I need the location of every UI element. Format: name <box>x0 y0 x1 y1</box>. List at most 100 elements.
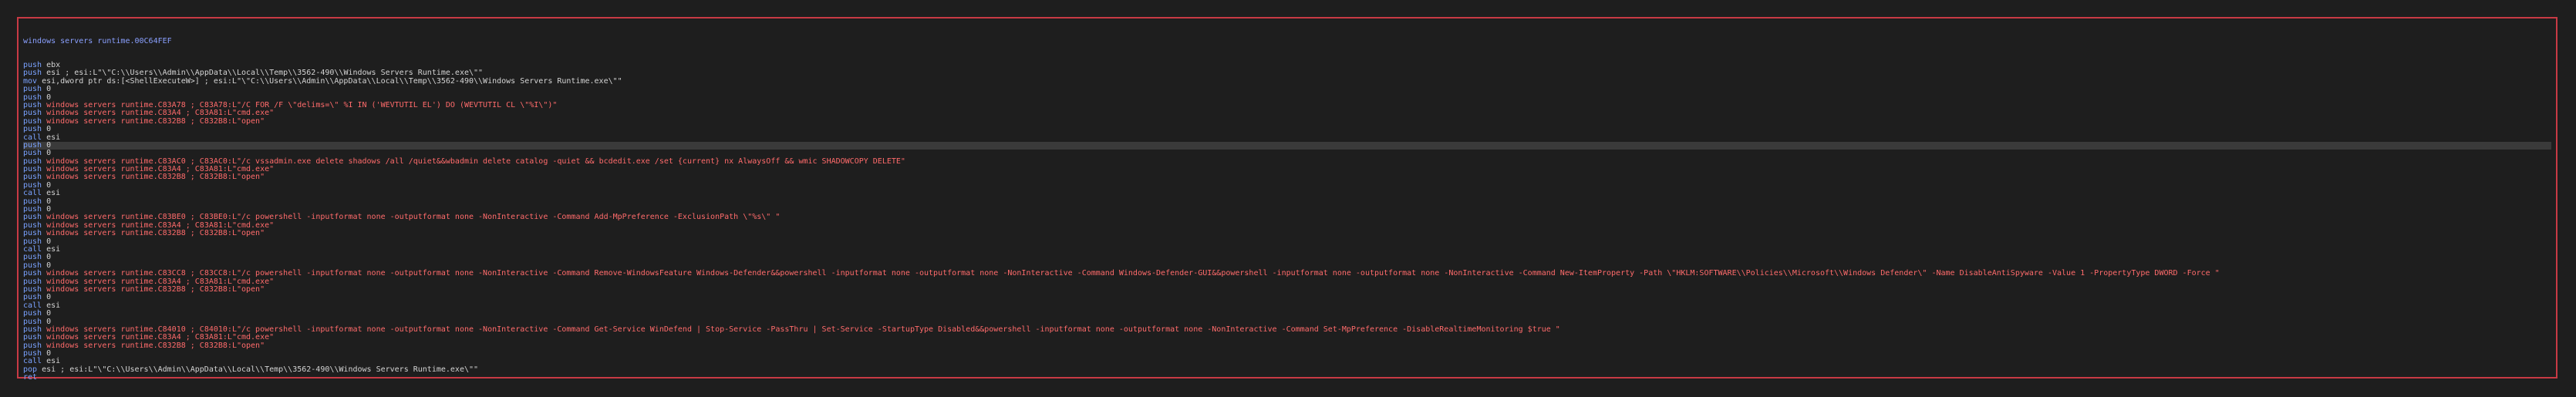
instruction-opcode: call <box>23 133 42 142</box>
instruction-row[interactable]: push 0 <box>23 180 2551 190</box>
instruction-operands: 0 <box>46 309 52 318</box>
instruction-operands: esi <box>46 301 61 310</box>
instruction-operands: windows servers runtime.C83A78 ; C83A78:… <box>46 100 558 109</box>
instruction-opcode: call <box>23 357 42 366</box>
instruction-row[interactable]: push windows servers runtime.C832B8 ; C8… <box>23 284 2551 294</box>
instruction-row[interactable]: push windows servers runtime.C83A4 ; C83… <box>23 109 2551 117</box>
instruction-row[interactable]: push 0 <box>23 294 2551 301</box>
instruction-row[interactable]: push windows servers runtime.C83A4 ; C83… <box>23 220 2551 230</box>
instruction-row[interactable]: ret <box>23 374 2551 382</box>
instruction-operands: 0 <box>46 349 52 358</box>
instruction-opcode: push <box>23 309 42 318</box>
instruction-row[interactable]: push windows servers runtime.C832B8 ; C8… <box>23 230 2551 237</box>
instruction-opcode: push <box>23 149 42 158</box>
instruction-operands: windows servers runtime.C83A4 ; C83A81:L… <box>46 165 275 174</box>
instruction-opcode: push <box>23 165 42 174</box>
instruction-row[interactable]: call esi <box>23 190 2551 197</box>
instruction-opcode: push <box>23 237 42 246</box>
instruction-opcode: push <box>23 213 42 222</box>
instruction-opcode: pop <box>23 365 38 374</box>
instruction-opcode: push <box>23 205 42 214</box>
instruction-operands: windows servers runtime.C83A4 ; C83A81:L… <box>46 109 275 118</box>
instruction-operands: 0 <box>46 93 52 102</box>
instruction-row[interactable]: push windows servers runtime.C83CC8 ; C8… <box>23 269 2551 278</box>
instruction-row[interactable]: push windows servers runtime.C832B8 ; C8… <box>23 116 2551 126</box>
instruction-operands: 0 <box>46 149 52 158</box>
instruction-row[interactable]: push windows servers runtime.C83A78 ; C8… <box>23 100 2551 109</box>
instruction-operands: windows servers runtime.C83BE0 ; C83BE0:… <box>46 213 781 222</box>
instruction-opcode: call <box>23 189 42 198</box>
instruction-row[interactable]: call esi <box>23 245 2551 254</box>
instruction-opcode: push <box>23 284 42 294</box>
instruction-row[interactable]: push 0 <box>23 140 2551 150</box>
instruction-row[interactable]: call esi <box>23 133 2551 142</box>
instruction-opcode: push <box>23 61 42 70</box>
instruction-opcode: push <box>23 156 42 166</box>
instruction-row[interactable]: push windows servers runtime.C83A4 ; C83… <box>23 165 2551 174</box>
instruction-opcode: push <box>23 349 42 358</box>
instruction-opcode: push <box>23 253 42 262</box>
instruction-operands: windows servers runtime.C83AC0 ; C83AC0:… <box>46 156 905 166</box>
instruction-operands: esi,dword ptr ds:[<ShellExecuteW>] ; esi… <box>42 76 622 86</box>
instruction-row[interactable]: push windows servers runtime.C83A4 ; C83… <box>23 334 2551 341</box>
instruction-opcode: push <box>23 293 42 302</box>
instruction-operands: 0 <box>46 140 52 150</box>
instruction-operands: windows servers runtime.C832B8 ; C832B8:… <box>46 229 265 238</box>
instruction-row[interactable]: push 0 <box>23 237 2551 246</box>
instruction-operands: 0 <box>46 253 52 262</box>
instruction-opcode: push <box>23 85 42 94</box>
instruction-operands: esi ; esi:L"\"C:\\Users\\Admin\\AppData\… <box>46 69 484 78</box>
instruction-row[interactable]: push 0 <box>23 197 2551 206</box>
instruction-row[interactable]: push 0 <box>23 349 2551 358</box>
instruction-operands: esi <box>46 189 61 198</box>
instruction-row[interactable]: push 0 <box>23 309 2551 318</box>
instruction-opcode: push <box>23 269 42 278</box>
instruction-opcode: call <box>23 301 42 310</box>
instruction-opcode: push <box>23 277 42 286</box>
instruction-operands: 0 <box>46 317 52 326</box>
instruction-operands: 0 <box>46 197 52 206</box>
instruction-row[interactable]: push 0 <box>23 125 2551 134</box>
instruction-operands: ebx <box>46 61 61 70</box>
instruction-operands: esi <box>46 357 61 366</box>
instruction-operands: windows servers runtime.C832B8 ; C832B8:… <box>46 341 265 350</box>
instruction-row[interactable]: push 0 <box>23 254 2551 261</box>
instruction-operands: windows servers runtime.C832B8 ; C832B8:… <box>46 284 265 294</box>
instruction-operands: windows servers runtime.C83A4 ; C83A81:L… <box>46 220 275 230</box>
instruction-opcode: push <box>23 333 42 342</box>
instruction-operands: windows servers runtime.C832B8 ; C832B8:… <box>46 173 265 182</box>
instruction-operands: esi <box>46 245 61 254</box>
instruction-row[interactable]: mov esi,dword ptr ds:[<ShellExecuteW>] ;… <box>23 76 2551 86</box>
instruction-opcode: push <box>23 341 42 350</box>
instruction-opcode: ret <box>23 373 38 382</box>
function-name: windows servers runtime.00C64FEF <box>23 36 172 45</box>
instruction-operands: esi <box>46 133 61 142</box>
instruction-operands: 0 <box>46 293 52 302</box>
instruction-opcode: push <box>23 100 42 109</box>
instruction-operands: esi ; esi:L"\"C:\\Users\\Admin\\AppData\… <box>42 365 479 374</box>
instruction-row[interactable]: push windows servers runtime.C832B8 ; C8… <box>23 341 2551 350</box>
instruction-row[interactable]: push windows servers runtime.C83A4 ; C83… <box>23 278 2551 286</box>
instruction-row[interactable]: push windows servers runtime.C83AC0 ; C8… <box>23 156 2551 166</box>
instruction-opcode: push <box>23 220 42 230</box>
instruction-opcode: push <box>23 125 42 134</box>
instruction-opcode: push <box>23 69 42 78</box>
instruction-opcode: push <box>23 93 42 102</box>
instruction-row[interactable]: pop esi ; esi:L"\"C:\\Users\\Admin\\AppD… <box>23 365 2551 374</box>
instruction-operands: windows servers runtime.C832B8 ; C832B8:… <box>46 116 265 126</box>
instruction-operands: windows servers runtime.C83CC8 ; C83CC8:… <box>46 269 2220 278</box>
instruction-opcode: push <box>23 173 42 182</box>
instruction-opcode: call <box>23 245 42 254</box>
instruction-row[interactable]: push windows servers runtime.C832B8 ; C8… <box>23 173 2551 181</box>
instruction-operands: 0 <box>46 237 52 246</box>
instruction-row[interactable]: call esi <box>23 301 2551 310</box>
instruction-row[interactable]: push 0 <box>23 85 2551 94</box>
instruction-operands: 0 <box>46 205 52 214</box>
instruction-operands: windows servers runtime.C83A4 ; C83A81:L… <box>46 333 275 342</box>
instruction-row[interactable]: push windows servers runtime.C83BE0 ; C8… <box>23 214 2551 221</box>
instruction-opcode: push <box>23 180 42 190</box>
instruction-operands: windows servers runtime.C83A4 ; C83A81:L… <box>46 277 275 286</box>
instruction-operands: windows servers runtime.C84010 ; C84010:… <box>46 325 1560 334</box>
instruction-opcode: push <box>23 261 42 270</box>
instruction-row[interactable]: push windows servers runtime.C84010 ; C8… <box>23 325 2551 334</box>
